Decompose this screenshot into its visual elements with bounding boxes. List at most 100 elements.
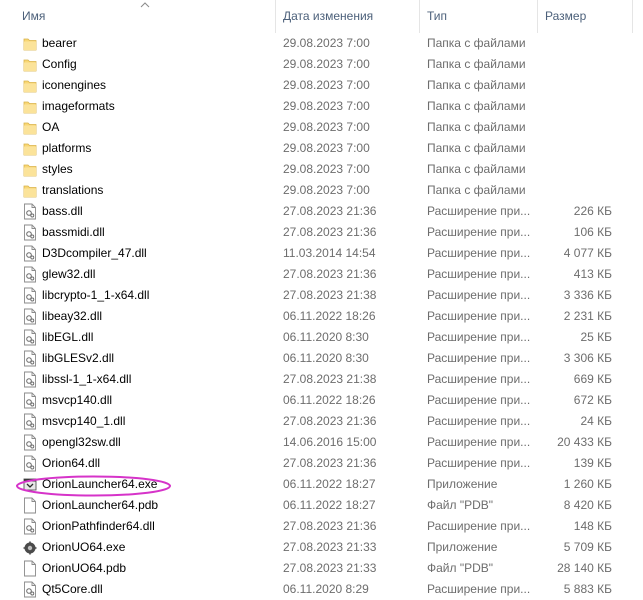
file-date-modified: 27.08.2023 21:33 <box>283 540 377 554</box>
dll-icon <box>23 413 37 430</box>
folder-icon <box>23 35 37 52</box>
file-date-modified: 29.08.2023 7:00 <box>283 57 370 71</box>
column-separator[interactable] <box>537 0 538 33</box>
file-row[interactable]: styles 29.08.2023 7:00 Папка с файлами <box>0 159 643 180</box>
file-size: 3 306 КБ <box>563 351 612 365</box>
file-date-modified: 29.08.2023 7:00 <box>283 78 370 92</box>
file-size: 5 883 КБ <box>563 582 612 596</box>
file-type: Папка с файлами <box>427 78 526 92</box>
dll-icon <box>23 308 37 325</box>
file-row[interactable]: libGLESv2.dll 06.11.2020 8:30 Расширение п… <box>0 348 643 369</box>
file-name: glew32.dll <box>42 267 96 281</box>
file-size: 413 КБ <box>573 267 612 281</box>
column-header-bar: Имя Дата изменения Тип Размер <box>0 0 643 33</box>
file-name: imageformats <box>42 99 115 113</box>
file-date-modified: 14.06.2016 15:00 <box>283 435 377 449</box>
file-row[interactable]: bassmidi.dll 27.08.2023 21:36 Расширение п… <box>0 222 643 243</box>
file-size: 25 КБ <box>580 330 612 344</box>
file-row[interactable]: OA 29.08.2023 7:00 Папка с файлами <box>0 117 643 138</box>
file-name: translations <box>42 183 104 197</box>
file-type: Папка с файлами <box>427 99 526 113</box>
file-size: 5 709 КБ <box>563 540 612 554</box>
file-date-modified: 27.08.2023 21:36 <box>283 267 377 281</box>
scrollbar-track[interactable] <box>632 33 643 596</box>
file-name: bassmidi.dll <box>42 225 105 239</box>
file-row[interactable]: libeay32.dll 06.11.2022 18:26 Расширение п… <box>0 306 643 327</box>
dll-icon <box>23 329 37 346</box>
file-row[interactable]: iconengines 29.08.2023 7:00 Папка с файлам… <box>0 75 643 96</box>
column-header-type[interactable]: Тип <box>427 0 532 33</box>
file-name: libEGL.dll <box>42 330 94 344</box>
file-row[interactable]: libssl-1_1-x64.dll 27.08.2023 21:38 Расшир… <box>0 369 643 390</box>
file-date-modified: 27.08.2023 21:36 <box>283 414 377 428</box>
file-row[interactable]: Config 29.08.2023 7:00 Папка с файлами <box>0 54 643 75</box>
dll-icon <box>23 350 37 367</box>
column-separator[interactable] <box>632 0 633 33</box>
folder-icon <box>23 98 37 115</box>
file-date-modified: 06.11.2020 8:30 <box>283 351 369 365</box>
file-date-modified: 06.11.2022 18:26 <box>283 309 376 323</box>
column-separator[interactable] <box>275 0 276 33</box>
file-size <box>537 75 612 96</box>
file-type: Расширение при... <box>427 288 531 302</box>
file-row[interactable]: opengl32sw.dll 14.06.2016 15:00 Расширение… <box>0 432 643 453</box>
dll-icon <box>23 455 37 472</box>
column-header-date[interactable]: Дата изменения <box>283 0 418 33</box>
file-row[interactable]: D3Dcompiler_47.dll 11.03.2014 14:54 Расшир… <box>0 243 643 264</box>
file-date-modified: 06.11.2022 18:27 <box>283 477 376 491</box>
dll-icon <box>23 434 37 451</box>
file-date-modified: 11.03.2014 14:54 <box>283 246 376 260</box>
file-list: bearer 29.08.2023 7:00 Папка с файлами Con… <box>0 33 643 600</box>
file-date-modified: 29.08.2023 7:00 <box>283 99 370 113</box>
file-name: bass.dll <box>42 204 83 218</box>
folder-icon <box>23 77 37 94</box>
file-row[interactable]: imageformats 29.08.2023 7:00 Папка с файла… <box>0 96 643 117</box>
dll-icon <box>23 287 37 304</box>
file-type: Расширение при... <box>427 351 531 365</box>
file-row[interactable]: Qt5Core.dll 06.11.2020 8:29 Расширение при… <box>0 579 643 600</box>
file-row[interactable]: bearer 29.08.2023 7:00 Папка с файлами <box>0 33 643 54</box>
dll-icon <box>23 224 37 241</box>
file-row[interactable]: bass.dll 27.08.2023 21:36 Расширение при..… <box>0 201 643 222</box>
file-name: libcrypto-1_1-x64.dll <box>42 288 150 302</box>
file-row[interactable]: OrionPathfinder64.dll 27.08.2023 21:36 Рас… <box>0 516 643 537</box>
file-row[interactable]: Orion64.dll 27.08.2023 21:36 Расширение пр… <box>0 453 643 474</box>
file-row[interactable]: platforms 29.08.2023 7:00 Папка с файлами <box>0 138 643 159</box>
folder-icon <box>23 56 37 73</box>
file-date-modified: 29.08.2023 7:00 <box>283 120 370 134</box>
file-name: Qt5Core.dll <box>42 582 103 596</box>
file-name: bearer <box>42 36 77 50</box>
file-type: Приложение <box>427 540 498 554</box>
file-row[interactable]: OrionUO64.pdb 27.08.2023 21:33 Файл "PDB" 2… <box>0 558 643 579</box>
file-row[interactable]: glew32.dll 27.08.2023 21:36 Расширение при… <box>0 264 643 285</box>
dll-icon <box>23 371 37 388</box>
column-separator[interactable] <box>419 0 420 33</box>
folder-icon <box>23 161 37 178</box>
file-type: Расширение при... <box>427 582 531 596</box>
file-size <box>537 96 612 117</box>
file-date-modified: 27.08.2023 21:36 <box>283 225 377 239</box>
file-name: OrionLauncher64.pdb <box>42 498 159 512</box>
file-type: Расширение при... <box>427 309 531 323</box>
folder-icon <box>23 119 37 136</box>
file-type: Расширение при... <box>427 456 531 470</box>
file-row[interactable]: translations 29.08.2023 7:00 Папка с файла… <box>0 180 643 201</box>
column-header-size[interactable]: Размер <box>545 0 625 33</box>
file-row[interactable]: libcrypto-1_1-x64.dll 27.08.2023 21:38 Рас… <box>0 285 643 306</box>
file-row[interactable]: libEGL.dll 06.11.2020 8:30 Расширение при.… <box>0 327 643 348</box>
file-type: Файл "PDB" <box>427 498 494 512</box>
file-row[interactable]: msvcp140.dll 06.11.2022 18:26 Расширение п… <box>0 390 643 411</box>
file-row[interactable]: msvcp140_1.dll 27.08.2023 21:36 Расширение… <box>0 411 643 432</box>
file-type: Расширение при... <box>427 267 531 281</box>
file-date-modified: 06.11.2022 18:27 <box>283 498 376 512</box>
file-name: libssl-1_1-x64.dll <box>42 372 132 386</box>
file-name: OA <box>42 120 60 134</box>
dll-icon <box>23 245 37 262</box>
file-type: Папка с файлами <box>427 36 526 50</box>
file-type: Расширение при... <box>427 372 531 386</box>
file-size: 139 КБ <box>573 456 612 470</box>
file-row[interactable]: OrionLauncher64.pdb 06.11.2022 18:27 Файл … <box>0 495 643 516</box>
file-row[interactable]: OrionUO64.exe 27.08.2023 21:33 Приложение 5… <box>0 537 643 558</box>
file-name: OrionPathfinder64.dll <box>42 519 155 533</box>
file-size: 148 КБ <box>573 519 612 533</box>
